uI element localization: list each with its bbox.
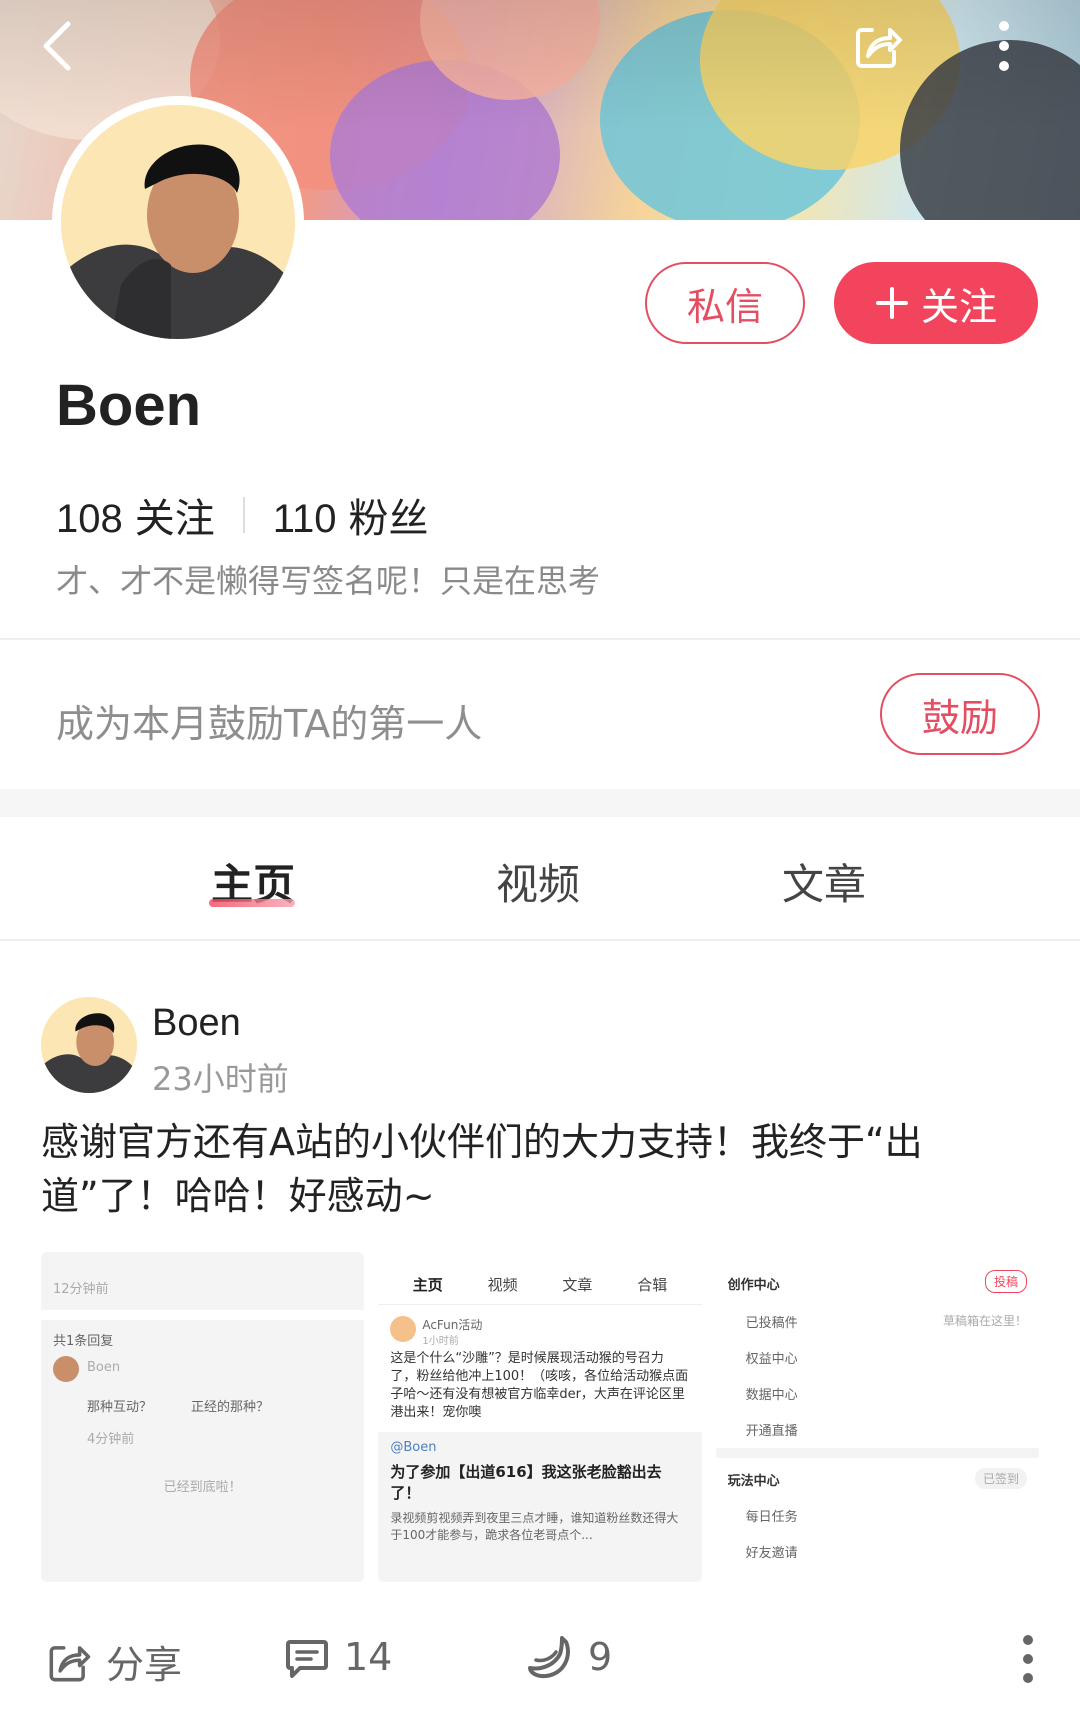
image-text: 为了参加【出道616】我这张老脸豁出去了！ <box>390 1463 662 1502</box>
comment-count: 14 <box>344 1635 393 1679</box>
share-icon <box>49 1645 91 1681</box>
image-text: @Boen <box>390 1440 437 1455</box>
plus-icon <box>875 287 908 319</box>
stats-divider <box>242 497 245 533</box>
share-action[interactable]: 分享 <box>46 1634 182 1689</box>
back-arrow-icon <box>43 21 71 71</box>
image-text: 投稿 <box>984 1270 1027 1293</box>
image-text: 合辑 <box>637 1276 668 1294</box>
post-more-button[interactable] <box>1020 1634 1036 1684</box>
image-text: 数据中心 <box>745 1388 798 1403</box>
share-icon <box>856 28 902 68</box>
tab-active-indicator <box>209 899 295 907</box>
following-stat[interactable]: 108 关注 <box>56 486 215 544</box>
image-text: 草稿箱在这里！ <box>942 1314 1027 1328</box>
comment-icon <box>286 1640 328 1678</box>
image-text: 视频 <box>487 1276 518 1294</box>
image-divider <box>715 1448 1039 1458</box>
image-text: 4分钟前 <box>87 1432 135 1447</box>
share-label: 分享 <box>106 1643 183 1687</box>
image-text: 已经到底啦！ <box>163 1480 242 1495</box>
share-button[interactable] <box>840 8 916 84</box>
cheer-label: 鼓励 <box>921 695 998 740</box>
image-text: 好友邀请 <box>745 1546 798 1561</box>
image-text: 每日任务 <box>745 1510 798 1525</box>
fans-count: 110 <box>272 497 337 541</box>
cheer-button[interactable]: 鼓励 <box>880 673 1040 755</box>
image-text: 12分钟前 <box>53 1282 109 1297</box>
post-image[interactable]: 12分钟前 共1条回复 Boen 那种互动？ 正经的那种？ 4分钟前 已经到底啦… <box>41 1252 365 1582</box>
image-text: 1小时前 <box>422 1336 459 1347</box>
image-text: 正经的那种？ <box>191 1400 270 1415</box>
back-button[interactable] <box>20 8 96 84</box>
post-author-name[interactable]: Boen <box>152 1002 241 1045</box>
more-vertical-icon <box>1023 1635 1033 1683</box>
post-images: 12分钟前 共1条回复 Boen 那种互动？ 正经的那种？ 4分钟前 已经到底啦… <box>41 1252 1039 1582</box>
image-text: 权益中心 <box>745 1352 798 1367</box>
image-text: 那种互动？ <box>87 1400 153 1415</box>
image-text: 录视频剪视频弄到夜里三点才睡，谁知道粉丝数还得大于100才能参与，跪求各位老哥点… <box>390 1511 679 1542</box>
image-text: AcFun活动 <box>422 1318 483 1332</box>
image-text: 共1条回复 <box>53 1334 114 1349</box>
image-divider <box>41 1310 365 1320</box>
fans-label: 粉丝 <box>348 496 429 542</box>
post-author-avatar[interactable] <box>41 997 137 1093</box>
private-message-label: 私信 <box>686 284 763 329</box>
following-label: 关注 <box>134 496 215 542</box>
banana-count: 9 <box>588 1635 613 1679</box>
image-text: 主页 <box>412 1276 443 1294</box>
following-count: 108 <box>56 497 123 541</box>
private-message-button[interactable]: 私信 <box>645 262 805 344</box>
image-divider <box>378 1304 702 1305</box>
image-text: 已签到 <box>974 1468 1027 1489</box>
tab-video[interactable]: 视频 <box>496 851 580 912</box>
image-text: Boen <box>87 1360 121 1375</box>
profile-avatar[interactable] <box>52 96 304 348</box>
banana-action[interactable]: 9 <box>526 1634 612 1680</box>
banana-icon <box>528 1636 570 1679</box>
post-timestamp: 23小时前 <box>152 1060 289 1098</box>
follow-button[interactable]: 关注 <box>834 262 1038 344</box>
divider <box>0 638 1080 640</box>
post-image[interactable]: 创作中心 投稿 已投稿件 草稿箱在这里！ 权益中心 数据中心 开通直播 玩法中心… <box>715 1252 1039 1582</box>
post-text[interactable]: 感谢官方还有A站的小伙伴们的大力支持！我终于“出道”了！哈哈！好感动~ <box>41 1115 1041 1223</box>
comment-action[interactable]: 14 <box>284 1634 392 1680</box>
more-button[interactable] <box>966 8 1042 84</box>
more-vertical-icon <box>999 21 1009 71</box>
section-gap <box>0 789 1080 817</box>
profile-signature: 才、才不是懒得写签名呢！只是在思考 <box>56 562 601 600</box>
follow-label: 关注 <box>920 284 997 329</box>
image-text: 这是个什么“沙雕”？是时候展现活动猴的号召力了，粉丝给他冲上100！（咳咳，各位… <box>390 1351 689 1420</box>
profile-stats: 108 关注 110 粉丝 <box>56 486 429 544</box>
avatar <box>61 105 295 339</box>
post-actions: 分享 14 9 <box>0 1626 1080 1696</box>
image-avatar <box>390 1316 417 1342</box>
fans-stat[interactable]: 110 粉丝 <box>273 486 429 544</box>
image-text: 开通直播 <box>745 1424 798 1439</box>
image-text: 创作中心 <box>727 1278 780 1293</box>
post-image[interactable]: 主页 视频 文章 合辑 AcFun活动 1小时前 这是个什么“沙雕”？是时候展现… <box>378 1252 702 1582</box>
profile-username: Boen <box>56 373 201 438</box>
cheer-prompt: 成为本月鼓励TA的第一人 <box>56 702 483 746</box>
profile-tabs: 主页 视频 文章 <box>0 817 1080 941</box>
tab-article[interactable]: 文章 <box>782 851 866 912</box>
image-avatar <box>53 1356 79 1382</box>
image-text: 文章 <box>562 1276 593 1294</box>
